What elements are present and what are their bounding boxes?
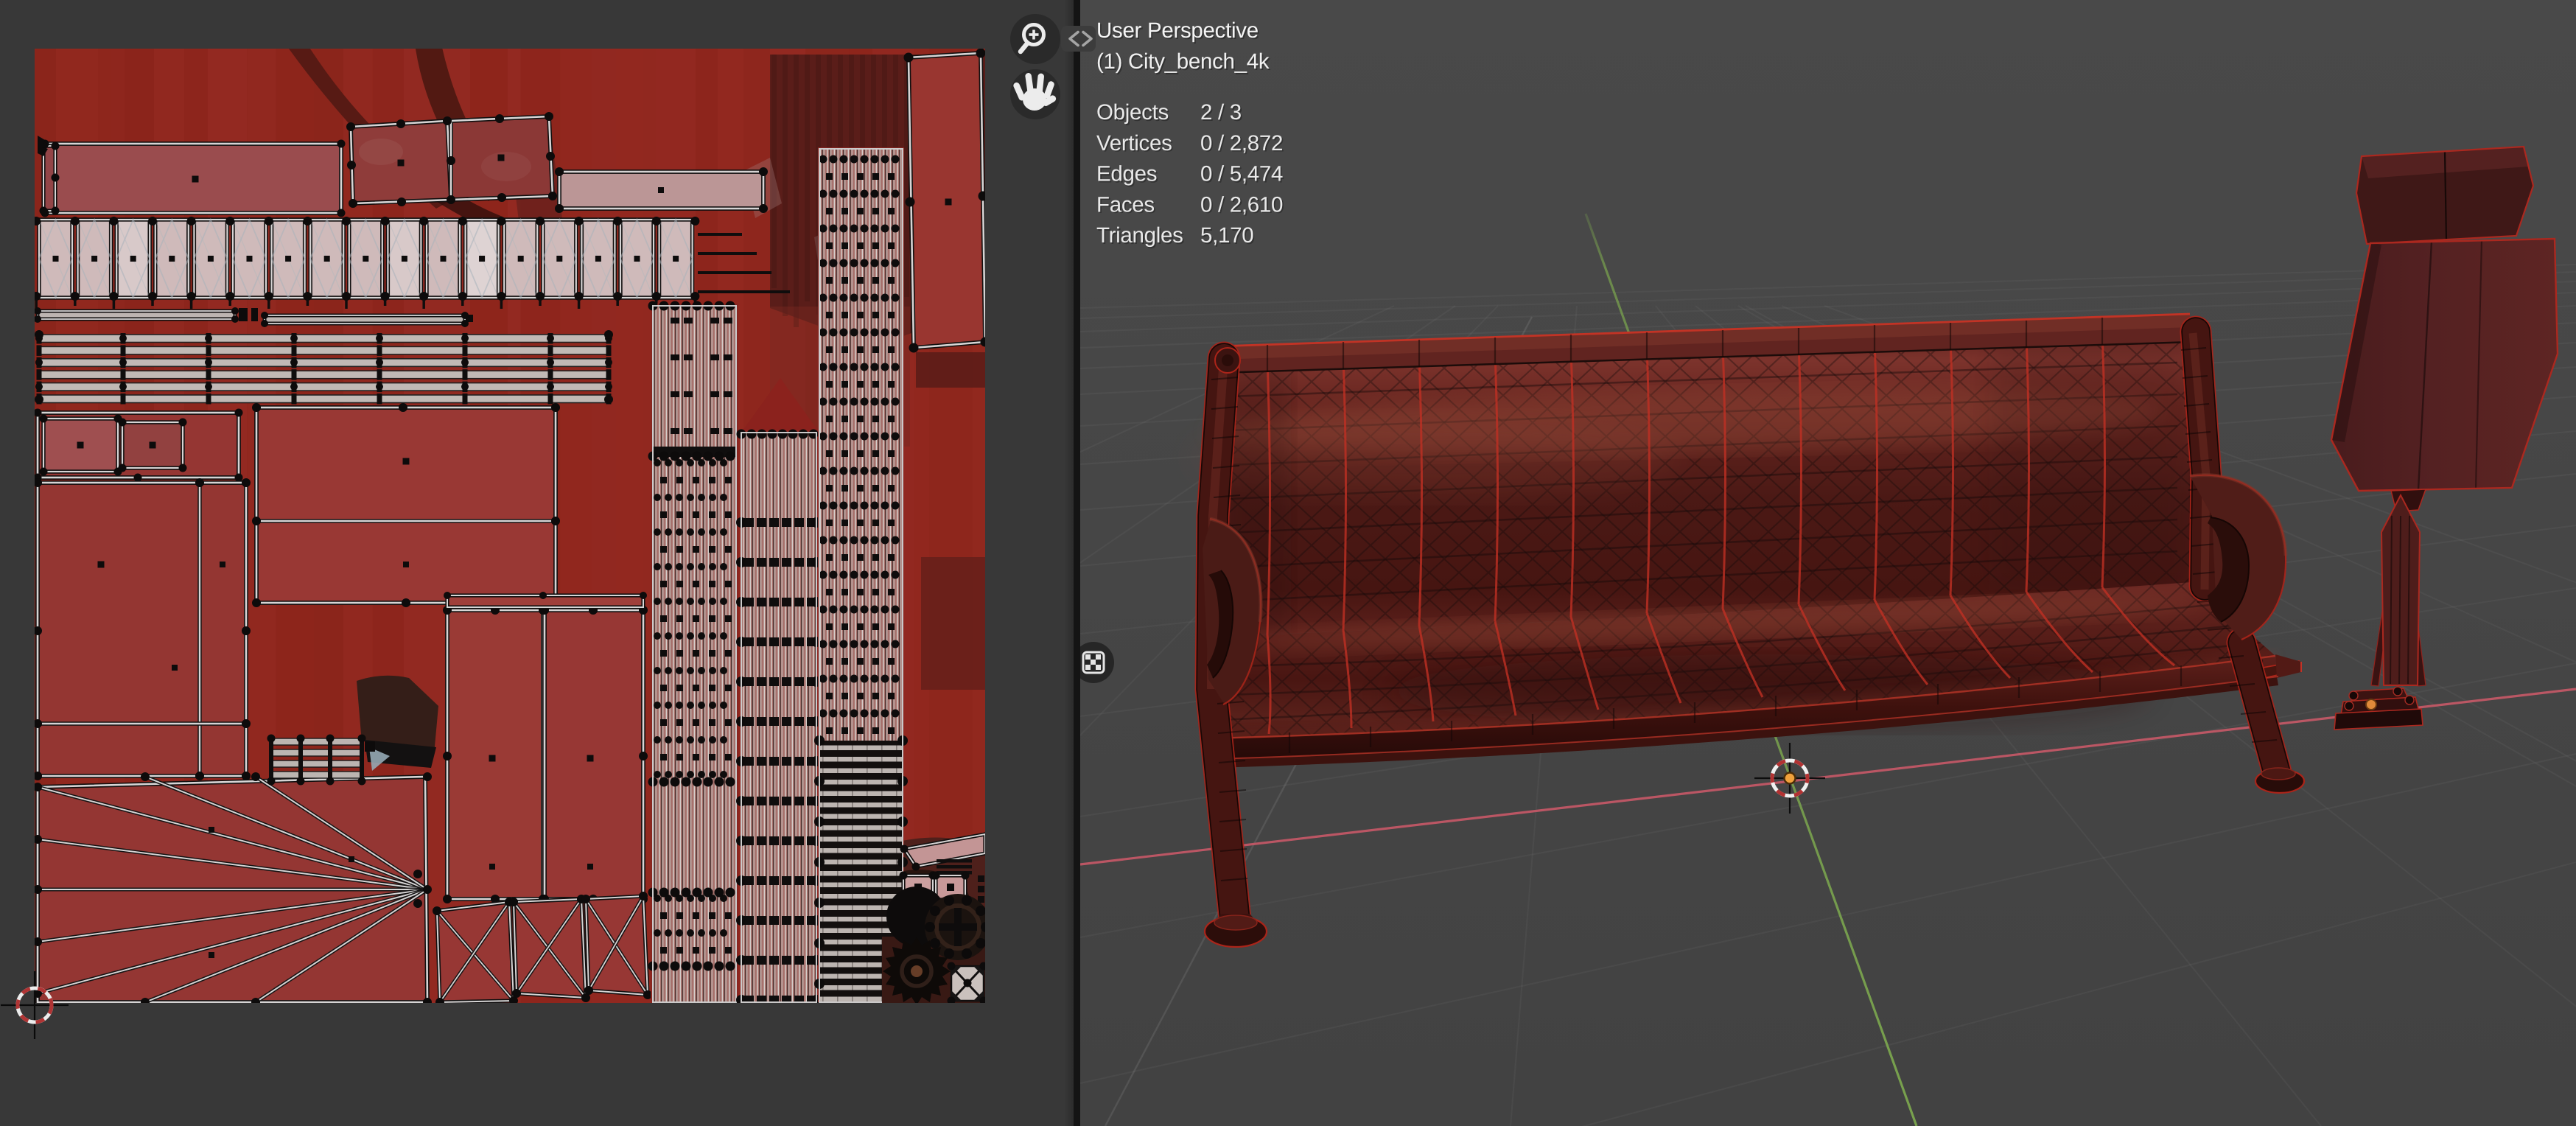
svg-text:Triangles: Triangles [1096, 223, 1183, 248]
svg-text:Objects: Objects [1096, 100, 1169, 125]
svg-text:Edges: Edges [1096, 162, 1157, 186]
svg-text:(1) City_bench_4k: (1) City_bench_4k [1096, 49, 1270, 74]
svg-text:Faces: Faces [1096, 192, 1155, 217]
svg-text:Vertices: Vertices [1096, 131, 1172, 155]
svg-text:5,170: 5,170 [1200, 223, 1253, 248]
svg-text:User Perspective: User Perspective [1096, 18, 1259, 43]
svg-text:0 / 5,474: 0 / 5,474 [1200, 162, 1283, 186]
svg-text:0 / 2,610: 0 / 2,610 [1200, 192, 1283, 217]
svg-text:2 / 3: 2 / 3 [1200, 100, 1242, 125]
svg-text:0 / 2,872: 0 / 2,872 [1200, 131, 1283, 155]
